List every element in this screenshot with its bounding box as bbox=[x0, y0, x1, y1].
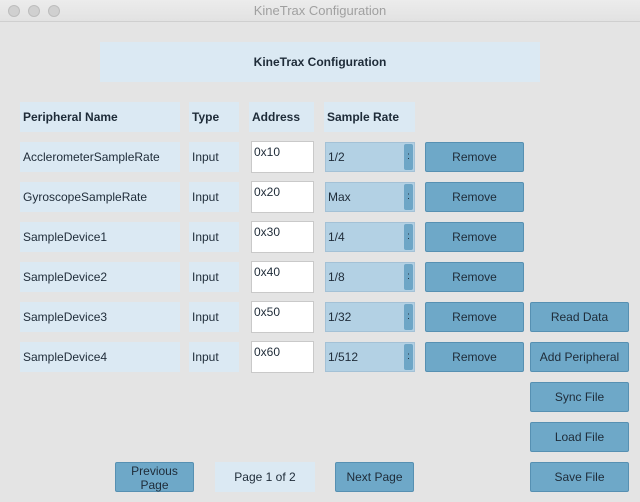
sample-rate-value: 1/4 bbox=[328, 230, 345, 244]
remove-button[interactable]: Remove bbox=[425, 142, 524, 172]
sync-file-button[interactable]: Sync File bbox=[530, 382, 629, 412]
address-field[interactable]: 0x60 bbox=[251, 341, 314, 373]
peripheral-name: AcclerometerSampleRate bbox=[20, 142, 180, 172]
sample-rate-select[interactable]: 1/2: bbox=[325, 142, 415, 172]
peripheral-type: Input bbox=[189, 262, 239, 292]
remove-button[interactable]: Remove bbox=[425, 222, 524, 252]
sample-rate-select[interactable]: 1/8: bbox=[325, 262, 415, 292]
sample-rate-value: 1/32 bbox=[328, 310, 352, 324]
peripheral-type: Input bbox=[189, 182, 239, 212]
remove-button[interactable]: Remove bbox=[425, 262, 524, 292]
address-field[interactable]: 0x50 bbox=[251, 301, 314, 333]
window-title: KineTrax Configuration bbox=[253, 3, 387, 18]
sample-rate-select[interactable]: Max: bbox=[325, 182, 415, 212]
dropdown-arrow-icon: : bbox=[404, 264, 413, 290]
window-titlebar: KineTrax Configuration bbox=[0, 0, 640, 22]
remove-button[interactable]: Remove bbox=[425, 302, 524, 332]
peripheral-name: SampleDevice3 bbox=[20, 302, 180, 332]
zoom-window-icon[interactable] bbox=[48, 5, 60, 17]
column-header-type: Type bbox=[189, 102, 239, 132]
sample-rate-value: 1/2 bbox=[328, 150, 345, 164]
peripheral-name: SampleDevice1 bbox=[20, 222, 180, 252]
dropdown-arrow-icon: : bbox=[404, 224, 413, 250]
sample-rate-value: 1/8 bbox=[328, 270, 345, 284]
previous-page-label-line1: Previous bbox=[131, 464, 178, 478]
address-field[interactable]: 0x40 bbox=[251, 261, 314, 293]
minimize-window-icon[interactable] bbox=[28, 5, 40, 17]
page-indicator: Page 1 of 2 bbox=[215, 462, 315, 492]
dropdown-arrow-icon: : bbox=[404, 184, 413, 210]
peripheral-name: SampleDevice2 bbox=[20, 262, 180, 292]
peripheral-type: Input bbox=[189, 302, 239, 332]
load-file-button[interactable]: Load File bbox=[530, 422, 629, 452]
sample-rate-select[interactable]: 1/32: bbox=[325, 302, 415, 332]
remove-button[interactable]: Remove bbox=[425, 342, 524, 372]
remove-button[interactable]: Remove bbox=[425, 182, 524, 212]
column-header-peripheral-name: Peripheral Name bbox=[20, 102, 180, 132]
dropdown-arrow-icon: : bbox=[404, 344, 413, 370]
banner-title: KineTrax Configuration bbox=[100, 42, 540, 82]
close-window-icon[interactable] bbox=[8, 5, 20, 17]
sample-rate-value: Max bbox=[328, 190, 351, 204]
column-header-sample-rate: Sample Rate bbox=[324, 102, 415, 132]
save-file-button[interactable]: Save File bbox=[530, 462, 629, 492]
previous-page-label-line2: Page bbox=[140, 478, 169, 492]
sample-rate-select[interactable]: 1/4: bbox=[325, 222, 415, 252]
previous-page-button[interactable]: Previous Page bbox=[115, 462, 194, 492]
address-field[interactable]: 0x20 bbox=[251, 181, 314, 213]
peripheral-name: SampleDevice4 bbox=[20, 342, 180, 372]
dropdown-arrow-icon: : bbox=[404, 144, 413, 170]
address-field[interactable]: 0x30 bbox=[251, 221, 314, 253]
next-page-button[interactable]: Next Page bbox=[335, 462, 414, 492]
column-header-address: Address bbox=[249, 102, 314, 132]
address-field[interactable]: 0x10 bbox=[251, 141, 314, 173]
sample-rate-value: 1/512 bbox=[328, 350, 359, 364]
add-peripheral-button[interactable]: Add Peripheral bbox=[530, 342, 629, 372]
peripheral-type: Input bbox=[189, 142, 239, 172]
dropdown-arrow-icon: : bbox=[404, 304, 413, 330]
peripheral-name: GyroscopeSampleRate bbox=[20, 182, 180, 212]
sample-rate-select[interactable]: 1/512: bbox=[325, 342, 415, 372]
read-data-button[interactable]: Read Data bbox=[530, 302, 629, 332]
peripheral-type: Input bbox=[189, 222, 239, 252]
peripheral-type: Input bbox=[189, 342, 239, 372]
